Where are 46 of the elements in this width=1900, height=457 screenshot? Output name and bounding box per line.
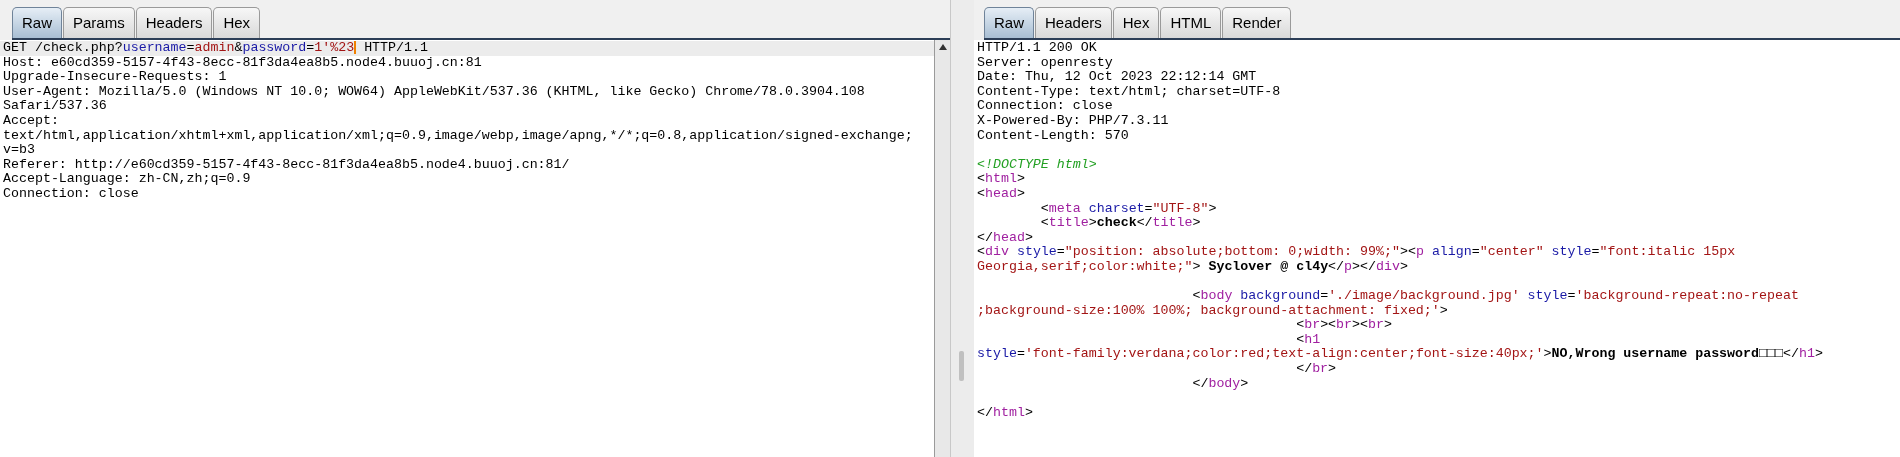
code-line: Referer: http://e60cd359-5157-4f43-8ecc-81f3da4ea8b5.node4.buuoj.cn:81/ xyxy=(2,157,571,173)
code-line: <head> xyxy=(976,186,1026,202)
request-editor[interactable] xyxy=(0,40,935,457)
code-line: X-Powered-By: PHP/7.3.11 xyxy=(976,113,1170,129)
code-line: </html> xyxy=(976,405,1034,421)
code-line: <!DOCTYPE html> xyxy=(976,157,1098,173)
code-line: style='font-family:verdana;color:red;text-align:center;font-size:40px;'>NO,Wrong username password□□□</h1> xyxy=(976,347,1824,363)
code-line: <html> xyxy=(976,172,1026,187)
up-arrow-icon[interactable] xyxy=(938,44,947,50)
tab[interactable]: Headers xyxy=(135,7,213,38)
code-line: HTTP/1.1 200 OK xyxy=(976,41,1098,56)
code-line: Accept-Language: zh-CN,zh;q=0.9 xyxy=(2,172,252,187)
tab[interactable]: Hex xyxy=(213,7,261,38)
tab[interactable]: Hex xyxy=(1112,7,1160,38)
tab[interactable]: Headers xyxy=(1035,7,1112,38)
code-line: Connection: close xyxy=(2,186,140,202)
tab[interactable]: Render xyxy=(1222,7,1292,38)
code-line: <div style="position: absolute;bottom: 0;width: 99%;"><p align="center" style="font:italic 15px xyxy=(976,245,1737,260)
tab[interactable]: Params xyxy=(63,7,135,38)
code-line: <meta charset="UTF-8"> xyxy=(1039,201,1218,217)
code-line: Date: Thu, 12 Oct 2023 22:12:14 GMT xyxy=(976,70,1258,85)
code-line: </body> xyxy=(1191,376,1250,392)
tab[interactable]: Raw xyxy=(984,7,1034,38)
code-line: Georgia,serif;color:white;"> Syclover @ cl4y</p></div> xyxy=(976,259,1409,275)
tab[interactable]: HTML xyxy=(1160,7,1222,38)
code-line: Safari/537.36 xyxy=(2,99,108,114)
tab[interactable]: Raw xyxy=(12,7,62,38)
code-line: <br><br><br> xyxy=(1295,318,1393,333)
code-line: Content-Type: text/html; charset=UTF-8 xyxy=(976,84,1282,100)
code-line: Content-Length: 570 xyxy=(976,128,1130,144)
code-line: Host: e60cd359-5157-4f43-8ecc-81f3da4ea8b5.node4.buuoj.cn:81 xyxy=(2,55,483,71)
code-line: ;background-size:100% 100%; background-attachment: fixed;'> xyxy=(976,303,1449,319)
code-line: </br> xyxy=(1295,362,1338,377)
code-line: <title>check</title> xyxy=(1039,216,1202,231)
code-line: </head> xyxy=(976,230,1034,246)
code-line: text/html,application/xhtml+xml,application/xml;q=0.9,image/webp,image/apng,*/*;q=0.8,application/signed-exchange; xyxy=(2,128,914,144)
response-editor[interactable] xyxy=(974,40,1900,457)
code-line: <body background='./image/background.jpg' style='background-repeat:no-repeat xyxy=(1191,289,1800,304)
code-line: Upgrade-Insecure-Requests: 1 xyxy=(2,70,228,85)
code-line: Connection: close xyxy=(976,99,1114,114)
code-line: Server: openresty xyxy=(976,55,1114,71)
code-line: Accept: xyxy=(2,114,60,129)
code-line: <h1 xyxy=(1295,332,1322,348)
code-line: v=b3 xyxy=(2,143,36,158)
code-line: User-Agent: Mozilla/5.0 (Windows NT 10.0; WOW64) AppleWebKit/537.36 (KHTML, like Gecko) Chrome/78.0.3904.108 xyxy=(2,84,866,100)
scrollbar[interactable] xyxy=(935,40,950,457)
